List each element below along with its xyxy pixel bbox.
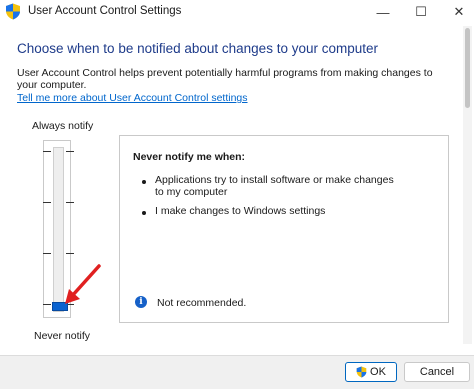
panel-title: Never notify me when: (133, 151, 246, 163)
slider-tick (66, 202, 74, 203)
minimize-icon: — (376, 4, 390, 20)
slider-top-label: Always notify (32, 120, 94, 132)
page-heading: Choose when to be notified about changes… (17, 41, 378, 56)
slider-bottom-label: Never notify (34, 330, 91, 342)
slider-tick (66, 151, 74, 152)
bullet-item: I make changes to Windows settings (155, 205, 326, 217)
slider-tick (43, 151, 51, 152)
title-bar: User Account Control Settings — ☐ ✕ (0, 0, 474, 24)
bullet-item: Applications try to install software or … (155, 174, 394, 198)
slider-tick (43, 202, 51, 203)
ok-button-label: OK (370, 366, 386, 378)
minimize-button[interactable]: — (364, 0, 402, 24)
uac-shield-icon (6, 3, 20, 20)
recommendation-text: Not recommended. (157, 297, 247, 309)
bullet-icon (142, 211, 146, 215)
scrollbar-thumb[interactable] (465, 28, 470, 108)
slider-tick (66, 253, 74, 254)
learn-more-link[interactable]: Tell me more about User Account Control … (17, 92, 248, 104)
info-panel (119, 135, 449, 323)
maximize-icon: ☐ (415, 4, 427, 19)
cancel-button[interactable]: Cancel (404, 362, 470, 382)
close-button[interactable]: ✕ (440, 0, 474, 24)
bullet-icon (142, 180, 146, 184)
slider-tick (43, 253, 51, 254)
slider-tick (43, 304, 51, 305)
info-icon: i (135, 296, 147, 308)
red-arrow-icon (65, 264, 101, 304)
uac-shield-icon (356, 366, 367, 378)
description-text: User Account Control helps prevent poten… (17, 67, 433, 91)
footer-bar (0, 355, 474, 389)
cancel-button-label: Cancel (419, 366, 455, 378)
maximize-button[interactable]: ☐ (402, 0, 440, 24)
window-title: User Account Control Settings (28, 5, 182, 17)
ok-button[interactable]: OK (345, 362, 397, 382)
close-icon: ✕ (453, 4, 465, 19)
